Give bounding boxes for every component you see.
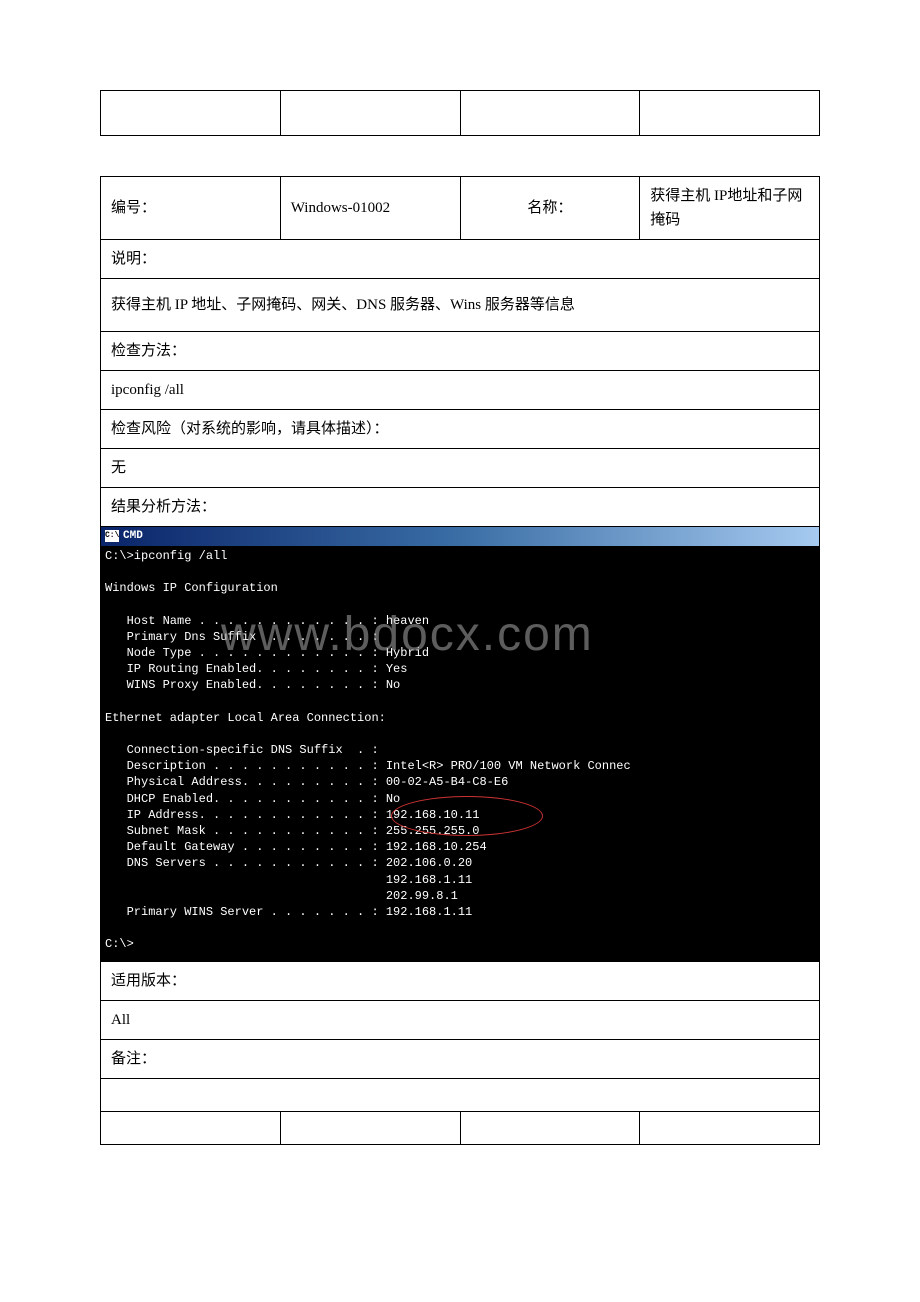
cmd-cell: C:\ CMD C:\>ipconfig /all Windows IP Con… (101, 527, 820, 962)
name-value: 获得主机 IP地址和子网掩码 (640, 177, 820, 240)
main-table: 编号： Windows-01002 名称： 获得主机 IP地址和子网掩码 说明：… (100, 176, 820, 1145)
version-body: All (101, 1000, 820, 1039)
cmd-output: C:\>ipconfig /all Windows IP Configurati… (101, 546, 819, 961)
top-empty-table (100, 90, 820, 136)
bottom-cell-4 (640, 1111, 820, 1144)
method-body: ipconfig /all (101, 371, 820, 410)
desc-body: 获得主机 IP 地址、子网掩码、网关、DNS 服务器、Wins 服务器等信息 (111, 297, 575, 313)
top-cell-4 (640, 91, 820, 136)
header-row: 编号： Windows-01002 名称： 获得主机 IP地址和子网掩码 (101, 177, 820, 240)
cmd-window: C:\ CMD C:\>ipconfig /all Windows IP Con… (101, 527, 819, 961)
method-label: 检查方法： (101, 332, 820, 371)
bottom-cell-2 (280, 1111, 460, 1144)
notes-body (101, 1078, 820, 1111)
bottom-cell-3 (460, 1111, 640, 1144)
top-cell-3 (460, 91, 640, 136)
desc-label: 说明： (101, 240, 820, 279)
name-label: 名称： (460, 177, 640, 240)
bottom-cell-1 (101, 1111, 281, 1144)
cmd-title-text: CMD (123, 529, 143, 544)
notes-label: 备注： (101, 1039, 820, 1078)
risk-label: 检查风险（对系统的影响，请具体描述）： (101, 410, 820, 449)
id-value: Windows-01002 (280, 177, 460, 240)
cmd-icon: C:\ (105, 530, 119, 542)
risk-body: 无 (101, 449, 820, 488)
top-cell-2 (280, 91, 460, 136)
cmd-titlebar: C:\ CMD (101, 527, 819, 546)
id-label: 编号： (101, 177, 281, 240)
version-label: 适用版本： (101, 961, 820, 1000)
desc-body-cell: 获得主机 IP 地址、子网掩码、网关、DNS 服务器、Wins 服务器等信息 (101, 279, 820, 332)
top-cell-1 (101, 91, 281, 136)
analysis-label: 结果分析方法： (101, 488, 820, 527)
